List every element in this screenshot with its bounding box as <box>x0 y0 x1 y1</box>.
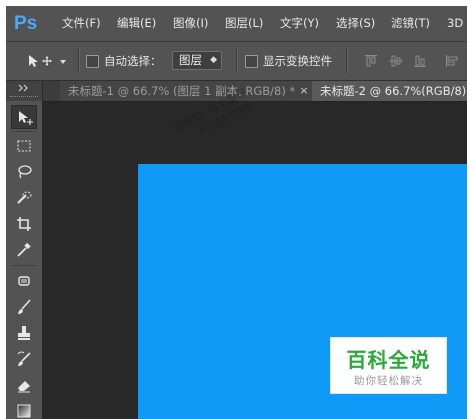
eyedropper-tool[interactable] <box>11 238 37 262</box>
quick-selection-icon <box>17 191 32 204</box>
lasso-tool[interactable] <box>11 160 37 184</box>
gradient-tool[interactable] <box>11 399 37 419</box>
watermark-badge-title: 百科全说 <box>346 348 431 372</box>
eyedropper-icon <box>17 242 31 257</box>
tool-separator <box>12 265 36 266</box>
gradient-icon <box>17 404 31 418</box>
photoshop-logo: Ps <box>14 13 38 34</box>
lasso-icon <box>18 165 32 179</box>
align-left-edges-icon[interactable] <box>445 54 459 68</box>
align-top-edges-icon[interactable] <box>364 54 378 68</box>
collapse-panel-icon <box>18 84 28 92</box>
tool-separator <box>12 131 36 132</box>
move-tool[interactable] <box>11 105 37 129</box>
menu-type[interactable]: 文字(Y) <box>280 6 319 41</box>
menu-layer[interactable]: 图层(L) <box>225 6 263 41</box>
crop-icon <box>17 217 31 231</box>
tools-panel <box>6 81 43 419</box>
clone-stamp-icon <box>18 326 30 340</box>
align-bottom-edges-icon[interactable] <box>413 54 427 68</box>
updown-arrows-icon: ◆ <box>210 55 217 65</box>
auto-select-target-dropdown[interactable]: 图层 ◆ <box>172 51 222 70</box>
clone-stamp-tool[interactable] <box>11 321 37 345</box>
watermark-badge-subtitle: 助你轻松解决 <box>354 375 423 387</box>
align-vertical-centers-icon[interactable] <box>389 54 403 68</box>
auto-select-label: 自动选择： <box>104 54 162 68</box>
menu-3d[interactable]: 3D <box>447 6 463 41</box>
move-tool-icon <box>19 111 33 125</box>
eraser-tool[interactable] <box>11 373 37 397</box>
quick-selection-tool[interactable] <box>11 186 37 210</box>
menu-bar: Ps 文件(F) 编辑(E) 图像(I) 图层(L) 文字(Y) 选择(S) 滤… <box>6 6 467 42</box>
separator <box>346 48 348 74</box>
tab-document-2[interactable]: 未标题-2 @ 66.7%(RGB/8) <box>312 81 467 101</box>
options-bar: 自动选择： 图层 ◆ 显示变换控件 <box>6 42 467 81</box>
crop-tool[interactable] <box>11 212 37 236</box>
menu-select[interactable]: 选择(S) <box>336 6 375 41</box>
auto-select-target-value: 图层 <box>179 53 202 67</box>
watermark-badge: 百科全说 助你轻松解决 <box>330 337 447 394</box>
rectangular-marquee-icon <box>17 140 31 152</box>
chevron-down-icon <box>60 60 66 64</box>
menu-edit[interactable]: 编辑(E) <box>117 6 156 41</box>
menu-file[interactable]: 文件(F) <box>62 6 101 41</box>
eraser-icon <box>18 381 30 393</box>
history-brush-tool[interactable] <box>11 347 37 371</box>
menu-filter[interactable]: 滤镜(T) <box>391 6 430 41</box>
history-brush-icon <box>17 351 31 366</box>
menu-image[interactable]: 图像(I) <box>173 6 208 41</box>
brush-tool[interactable] <box>11 295 37 319</box>
move-tool-icon <box>29 55 52 67</box>
auto-select-checkbox[interactable] <box>86 55 99 68</box>
tools-panel-grip[interactable] <box>6 81 42 101</box>
grip-dots <box>10 96 38 99</box>
spot-healing-brush-icon <box>18 276 30 286</box>
separator <box>78 48 80 74</box>
move-tool-preset-picker[interactable] <box>24 51 74 71</box>
separator <box>236 48 238 74</box>
rectangular-marquee-tool[interactable] <box>11 134 37 158</box>
spot-healing-brush-tool[interactable] <box>11 269 37 293</box>
show-transform-checkbox[interactable] <box>245 55 258 68</box>
brush-icon <box>18 299 31 314</box>
